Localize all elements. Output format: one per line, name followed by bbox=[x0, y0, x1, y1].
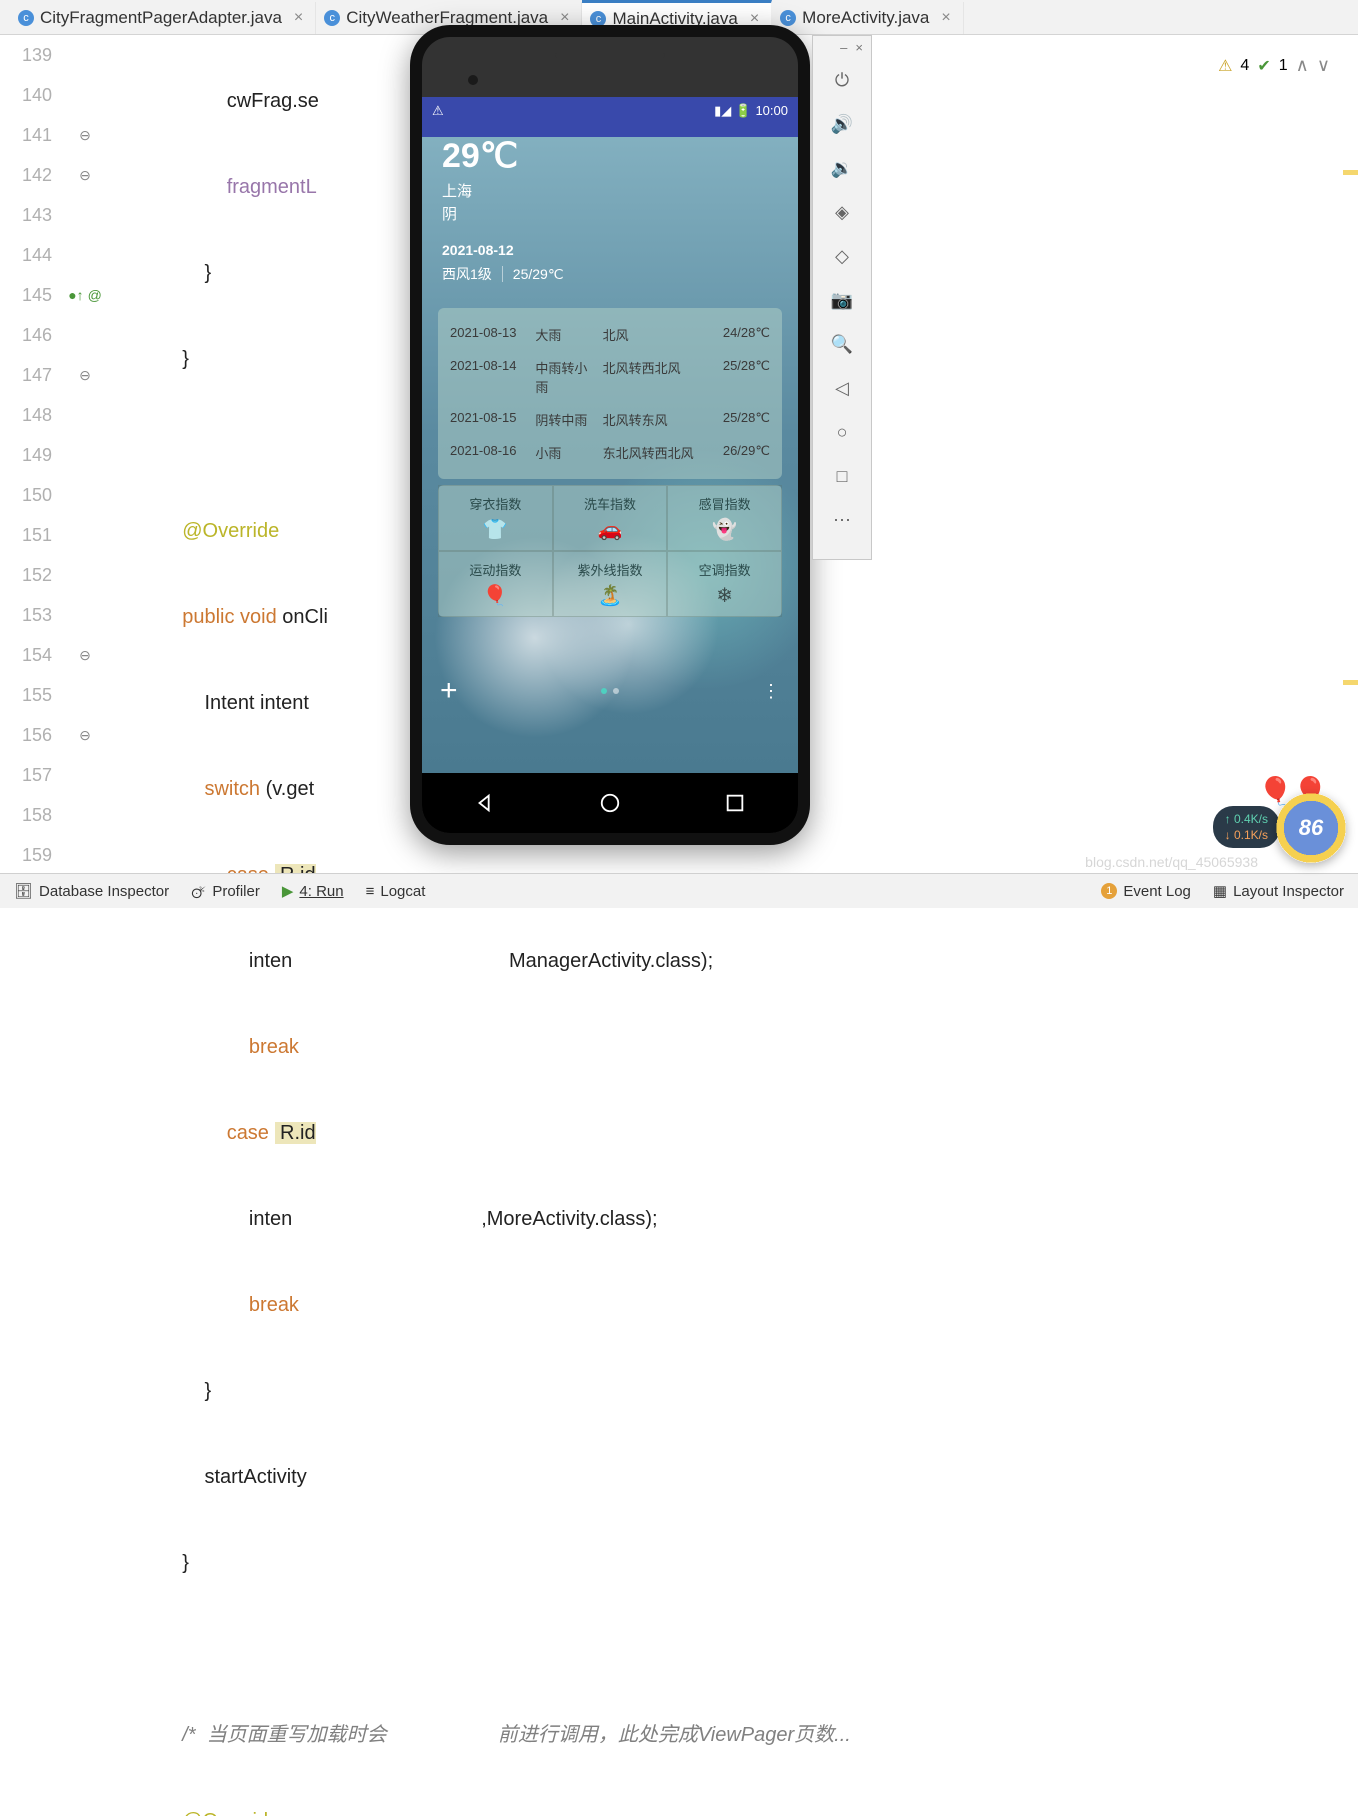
logcat-button[interactable]: ≡Logcat bbox=[366, 883, 426, 900]
aircon-icon: ❄ bbox=[672, 583, 777, 608]
list-icon: ≡ bbox=[366, 883, 375, 900]
play-icon: ▶ bbox=[282, 882, 294, 900]
profiler-button[interactable]: 🜚Profiler bbox=[191, 876, 260, 907]
index-cold[interactable]: 感冒指数👻 bbox=[667, 485, 782, 551]
close-icon[interactable]: × bbox=[294, 9, 303, 27]
run-button[interactable]: ▶4: Run bbox=[282, 882, 344, 900]
forecast-row: 2021-08-14中雨转小雨北风转西北风25/28℃ bbox=[450, 351, 770, 403]
index-uv[interactable]: 紫外线指数🏝️ bbox=[553, 551, 668, 617]
screenshot-button[interactable]: 📷 bbox=[813, 278, 871, 322]
balloon-icon: 🎈 bbox=[443, 583, 548, 608]
overview-button[interactable]: □ bbox=[813, 454, 871, 498]
score-widget[interactable]: 86 bbox=[1276, 793, 1346, 863]
home-button[interactable] bbox=[599, 792, 621, 814]
emulator-device: ⚠ ▮◢🔋 10:00 29℃ 上海 阴 2021-08-12 西风1级25/29… bbox=[410, 25, 810, 845]
chevron-down-icon[interactable]: ∨ bbox=[1317, 55, 1330, 76]
temperature: 29℃ bbox=[442, 136, 778, 176]
forecast-row: 2021-08-13大雨北风24/28℃ bbox=[450, 318, 770, 351]
fold-icon[interactable]: ⊖ bbox=[60, 715, 110, 755]
fold-column: ⊖⊖●↑ @⊖⊖⊖ bbox=[60, 35, 110, 873]
close-icon[interactable]: × bbox=[941, 9, 950, 27]
power-button[interactable]: ⏻ bbox=[813, 58, 871, 102]
phone-camera bbox=[468, 75, 478, 85]
database-inspector-button[interactable]: 🗄Database Inspector bbox=[14, 882, 169, 900]
fold-icon[interactable]: ⊖ bbox=[60, 355, 110, 395]
watermark-text: blog.csdn.net/qq_45065938 bbox=[1085, 854, 1258, 870]
more-button[interactable]: ⋮ bbox=[762, 681, 780, 702]
app-bottom-bar: + ⋮ bbox=[422, 671, 798, 711]
java-icon: c bbox=[780, 10, 796, 26]
inspection-badges[interactable]: ⚠4 ✔1 ∧ ∨ bbox=[1218, 55, 1330, 76]
scroll-marker bbox=[1343, 680, 1358, 685]
add-city-button[interactable]: + bbox=[440, 674, 458, 708]
index-ac[interactable]: 空调指数❄ bbox=[667, 551, 782, 617]
forecast-row: 2021-08-16小雨东北风转西北风26/29℃ bbox=[450, 436, 770, 469]
gauge-icon: 🜚 bbox=[191, 876, 206, 907]
android-status-bar: ⚠ ▮◢🔋 10:00 bbox=[422, 97, 798, 124]
forecast-row: 2021-08-15阴转中雨北风转东风25/28℃ bbox=[450, 403, 770, 436]
ide-bottom-toolbar: 🗄Database Inspector 🜚Profiler ▶4: Run ≡L… bbox=[0, 873, 1358, 908]
volume-down-button[interactable]: 🔉 bbox=[813, 146, 871, 190]
close-icon[interactable]: × bbox=[855, 40, 863, 58]
back-button[interactable] bbox=[474, 792, 496, 814]
recent-button[interactable] bbox=[724, 792, 746, 814]
back-button[interactable]: ◁ bbox=[813, 366, 871, 410]
zoom-button[interactable]: 🔍 bbox=[813, 322, 871, 366]
java-icon: c bbox=[324, 10, 340, 26]
tshirt-icon: 👕 bbox=[443, 517, 548, 542]
warning-icon: ⚠ bbox=[1218, 56, 1232, 76]
line-gutter: 1391401411421431441451461471481491501511… bbox=[0, 35, 60, 873]
network-speed-badge: ↑ 0.4K/s ↓ 0.1K/s bbox=[1213, 806, 1280, 848]
weather-header: 29℃ 上海 阴 2021-08-12 西风1级25/29℃ bbox=[422, 124, 798, 296]
forecast-card: 2021-08-13大雨北风24/28℃ 2021-08-14中雨转小雨北风转西… bbox=[438, 308, 782, 479]
rotate-right-button[interactable]: ◇ bbox=[813, 234, 871, 278]
layout-inspector-button[interactable]: ▦Layout Inspector bbox=[1213, 882, 1344, 900]
java-icon: c bbox=[18, 10, 34, 26]
emulator-toolbar: –× ⏻ 🔊 🔉 ◈ ◇ 📷 🔍 ◁ ○ □ ⋯ bbox=[812, 35, 872, 560]
date-text: 2021-08-12 bbox=[442, 242, 778, 258]
android-navbar bbox=[422, 773, 798, 833]
scroll-marker bbox=[1343, 170, 1358, 175]
ghost-icon: 👻 bbox=[672, 517, 777, 542]
override-icon[interactable]: ●↑ @ bbox=[60, 275, 110, 315]
signal-icon: ▮◢ bbox=[714, 103, 731, 119]
more-button[interactable]: ⋯ bbox=[813, 498, 871, 542]
home-button[interactable]: ○ bbox=[813, 410, 871, 454]
clock-text: 10:00 bbox=[755, 103, 788, 118]
minimize-icon[interactable]: – bbox=[840, 40, 847, 58]
phone-speaker bbox=[555, 53, 665, 58]
condition: 阴 bbox=[442, 203, 778, 224]
device-screen[interactable]: ⚠ ▮◢🔋 10:00 29℃ 上海 阴 2021-08-12 西风1级25/29… bbox=[422, 97, 798, 773]
city-name: 上海 bbox=[442, 180, 778, 201]
battery-icon: 🔋 bbox=[735, 103, 751, 119]
badge-icon: 1 bbox=[1101, 883, 1117, 899]
chevron-up-icon[interactable]: ∧ bbox=[1296, 55, 1309, 76]
event-log-button[interactable]: 1Event Log bbox=[1101, 883, 1191, 900]
database-icon: 🗄 bbox=[14, 882, 33, 900]
index-clothing[interactable]: 穿衣指数👕 bbox=[438, 485, 553, 551]
checkmark-icon: ✔ bbox=[1257, 56, 1270, 76]
warning-icon: ⚠ bbox=[432, 103, 444, 119]
wind-range-row: 西风1级25/29℃ bbox=[442, 264, 778, 284]
fold-icon[interactable]: ⊖ bbox=[60, 635, 110, 675]
page-indicator bbox=[601, 688, 619, 694]
fold-icon[interactable]: ⊖ bbox=[60, 115, 110, 155]
rotate-left-button[interactable]: ◈ bbox=[813, 190, 871, 234]
layers-icon: ▦ bbox=[1213, 882, 1227, 900]
beach-icon: 🏝️ bbox=[558, 583, 663, 608]
volume-up-button[interactable]: 🔊 bbox=[813, 102, 871, 146]
tab-moreactivity[interactable]: cMoreActivity.java× bbox=[772, 2, 964, 34]
fold-icon[interactable]: ⊖ bbox=[60, 155, 110, 195]
index-card: 穿衣指数👕 洗车指数🚗 感冒指数👻 运动指数🎈 紫外线指数🏝️ 空调指数❄ bbox=[438, 485, 782, 617]
index-sport[interactable]: 运动指数🎈 bbox=[438, 551, 553, 617]
tab-cityfragmentpageradapter[interactable]: cCityFragmentPagerAdapter.java× bbox=[10, 2, 316, 34]
car-icon: 🚗 bbox=[558, 517, 663, 542]
index-carwash[interactable]: 洗车指数🚗 bbox=[553, 485, 668, 551]
